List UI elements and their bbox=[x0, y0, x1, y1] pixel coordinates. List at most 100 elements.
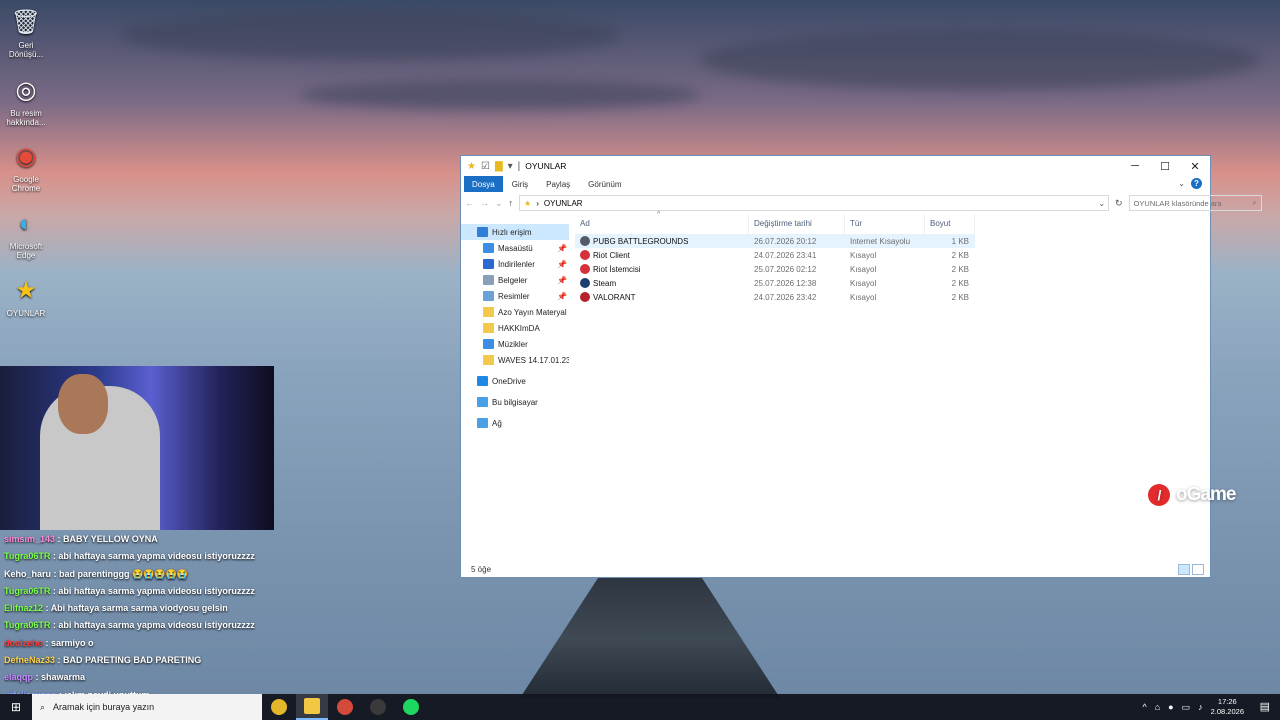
up-arrow-icon[interactable]: ↑ bbox=[509, 198, 514, 208]
nav-item[interactable]: İndirilenler 📌 bbox=[461, 256, 569, 272]
nav-item[interactable]: WAVES 14.17.01.23 \ bbox=[461, 352, 569, 368]
details-view-icon[interactable] bbox=[1178, 564, 1190, 575]
new-folder-icon[interactable]: ▇ bbox=[495, 161, 503, 172]
tab-file[interactable]: Dosya bbox=[464, 176, 503, 192]
nav-item[interactable]: Masaüstü 📌 bbox=[461, 240, 569, 256]
nav-item-label: Resimler bbox=[498, 291, 530, 301]
file-row[interactable]: VALORANT 24.07.2026 23:42 Kısayol 2 KB bbox=[575, 290, 975, 304]
path-item-oyunlar[interactable]: OYUNLAR bbox=[544, 199, 583, 208]
title-bar[interactable]: ★ ☑ ▇ ▾ | OYUNLAR ─ ☐ ✕ bbox=[461, 156, 1210, 176]
pin-icon[interactable]: 📌 bbox=[557, 260, 567, 269]
back-arrow-icon[interactable]: ← bbox=[465, 198, 474, 208]
star-icon: ★ bbox=[15, 276, 37, 304]
nav-item[interactable]: HAKKImDA bbox=[461, 320, 569, 336]
folder-icon bbox=[483, 355, 494, 365]
file-row[interactable]: Steam 25.07.2026 12:38 Kısayol 2 KB bbox=[575, 276, 975, 290]
notification-icon[interactable]: ▤ bbox=[1260, 700, 1270, 713]
desktop-icon[interactable]: ◎ Bu resim hakkında... bbox=[4, 74, 48, 127]
nav-item[interactable]: Resimler 📌 bbox=[461, 288, 569, 304]
volume-icon[interactable]: ♪ bbox=[1198, 702, 1203, 712]
clock[interactable]: 17:26 2.08.2026 bbox=[1211, 697, 1244, 717]
large-icons-view-icon[interactable] bbox=[1192, 564, 1204, 575]
column-type[interactable]: Tür bbox=[845, 214, 925, 234]
chat-message: Keho_haru : bad parentinggg 😭😭😭😭😭 bbox=[4, 566, 274, 583]
quick-access-star-icon[interactable]: ★ bbox=[467, 161, 476, 172]
column-name[interactable]: Ad bbox=[575, 214, 749, 234]
folder-icon bbox=[483, 339, 494, 349]
desktop-icon[interactable]: 🗑 Geri Dönüşü... bbox=[4, 6, 48, 59]
nav-item[interactable]: Bu bilgisayar bbox=[461, 394, 569, 410]
tab-share[interactable]: Paylaş bbox=[537, 176, 579, 192]
nav-item[interactable]: OneDrive bbox=[461, 373, 569, 389]
minimize-button[interactable]: ─ bbox=[1120, 156, 1150, 176]
tray-chevron-icon[interactable]: ^ bbox=[1143, 702, 1147, 712]
file-size: 2 KB bbox=[951, 264, 969, 274]
display-icon[interactable]: ▭ bbox=[1182, 702, 1191, 713]
expand-ribbon-icon[interactable]: ⌄ bbox=[1178, 179, 1185, 188]
help-icon[interactable]: ? bbox=[1191, 178, 1202, 189]
nav-item[interactable]: Ağ bbox=[461, 415, 569, 431]
file-type: Kısayol bbox=[850, 250, 877, 260]
column-size[interactable]: Boyut bbox=[925, 214, 975, 234]
file-date: 25.07.2026 02:12 bbox=[754, 264, 817, 274]
shortcut-icon bbox=[580, 250, 590, 260]
pin-icon[interactable]: 📌 bbox=[557, 244, 567, 253]
chat-username: docizeho bbox=[4, 637, 44, 648]
desktop-icon[interactable]: ◉ Google Chrome bbox=[4, 140, 48, 193]
file-row[interactable]: PUBG BATTLEGROUNDS 26.07.2026 20:12 Intern… bbox=[575, 234, 975, 248]
chat-message: Tugra06TR : abi haftaya sarma yapma vide… bbox=[4, 617, 274, 634]
nav-item-label: Azo Yayın Materyal bbox=[498, 307, 567, 317]
network-icon[interactable]: ⌂ bbox=[1155, 702, 1160, 712]
ribbon-tabs: Dosya Giriş Paylaş Görünüm ⌄ ? bbox=[461, 176, 1210, 192]
divider: | bbox=[517, 160, 521, 172]
column-date[interactable]: Değiştirme tarihi bbox=[749, 214, 845, 234]
file-type: Kısayol bbox=[850, 292, 877, 302]
recent-dropdown-icon[interactable]: ⌄ bbox=[495, 198, 503, 209]
file-row[interactable]: Riot Client 24.07.2026 23:41 Kısayol 2 KB bbox=[575, 248, 975, 262]
search-input[interactable]: OYUNLAR klasöründe ara ⌕ bbox=[1128, 195, 1262, 211]
forward-arrow-icon[interactable]: → bbox=[480, 198, 489, 208]
chat-username: DefneNaz33 bbox=[4, 655, 56, 666]
taskbar-search-input[interactable]: ⌕ Aramak için buraya yazın bbox=[32, 694, 262, 720]
tab-home[interactable]: Giriş bbox=[503, 176, 537, 192]
chat-text: shawarma bbox=[41, 672, 86, 683]
file-row[interactable]: Riot İstemcisi 25.07.2026 02:12 Kısayol 2 K… bbox=[575, 262, 975, 276]
nav-item[interactable]: Hızlı erişim bbox=[461, 224, 569, 240]
refresh-icon[interactable]: ↻ bbox=[1115, 198, 1123, 209]
shortcut-icon bbox=[580, 264, 590, 274]
microphone-icon[interactable]: ● bbox=[1168, 702, 1173, 712]
chat-separator: : bbox=[55, 534, 64, 544]
folder-icon bbox=[477, 376, 488, 386]
taskbar-chrome-profile-button[interactable] bbox=[329, 694, 361, 720]
properties-icon[interactable]: ☑ bbox=[481, 161, 490, 172]
taskbar-obs-button[interactable] bbox=[362, 694, 394, 720]
nav-item[interactable]: Müzikler bbox=[461, 336, 569, 352]
chat-text: sarmiyo o bbox=[51, 637, 94, 648]
pin-icon[interactable]: 📌 bbox=[557, 276, 567, 285]
folder-icon bbox=[477, 227, 488, 237]
spotify-icon bbox=[403, 699, 419, 715]
pin-icon[interactable]: 📌 bbox=[557, 292, 567, 301]
obs-icon bbox=[370, 699, 386, 715]
nav-item[interactable]: Azo Yayın Materyal bbox=[461, 304, 569, 320]
tab-view[interactable]: Görünüm bbox=[579, 176, 630, 192]
desktop-icon[interactable]: ★ OYUNLAR bbox=[4, 274, 48, 318]
chat-username: Tugra06TR bbox=[4, 620, 51, 631]
address-dropdown-icon[interactable]: ⌄ bbox=[1098, 199, 1105, 208]
nav-item-label: İndirilenler bbox=[498, 259, 535, 269]
chat-text: BAD PARETING BAD PARETING bbox=[63, 655, 202, 666]
address-bar[interactable]: ★ › OYUNLAR ⌄ bbox=[519, 195, 1110, 211]
maximize-button[interactable]: ☐ bbox=[1150, 156, 1180, 176]
taskbar-chrome-button[interactable] bbox=[263, 694, 295, 720]
nav-item[interactable]: Belgeler 📌 bbox=[461, 272, 569, 288]
taskbar-file-explorer-button[interactable] bbox=[296, 694, 328, 720]
recycle-bin-icon: 🗑 bbox=[10, 8, 42, 36]
file-name: VALORANT bbox=[593, 292, 636, 302]
taskbar-spotify-button[interactable] bbox=[395, 694, 427, 720]
chat-text: abi haftaya sarma yapma videosu istiyoru… bbox=[58, 551, 255, 562]
start-button[interactable]: ⊞ bbox=[0, 694, 32, 720]
close-button[interactable]: ✕ bbox=[1180, 156, 1210, 176]
desktop-icon[interactable]: ◐ Microsoft Edge bbox=[4, 207, 48, 260]
window-title: OYUNLAR bbox=[525, 161, 567, 171]
qa-dropdown-icon[interactable]: ▾ bbox=[508, 161, 513, 172]
